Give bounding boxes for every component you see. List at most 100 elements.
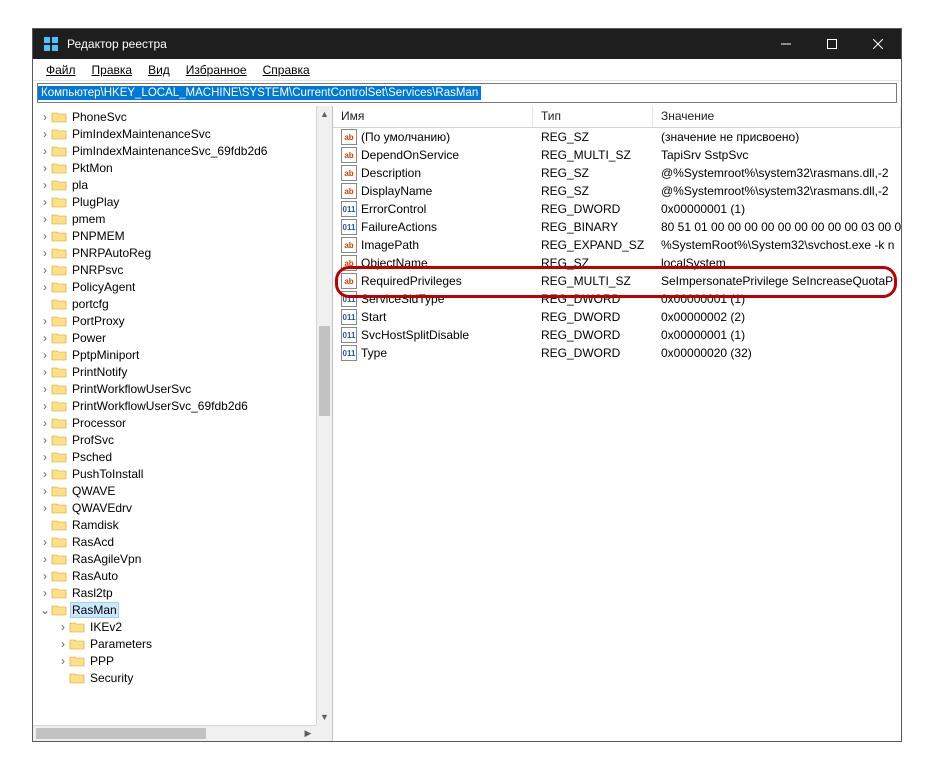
tree-item-pushtoinstall[interactable]: ›PushToInstall [33,465,316,482]
tree-item-qwavedrv[interactable]: ›QWAVEdrv [33,499,316,516]
chevron-right-icon[interactable]: › [39,399,51,413]
chevron-right-icon[interactable]: › [39,348,51,362]
chevron-right-icon[interactable]: › [39,535,51,549]
menu-help[interactable]: Справка [256,62,317,78]
tree-item-portproxy[interactable]: ›PortProxy [33,312,316,329]
value-row[interactable]: abObjectNameREG_SZlocalSystem [333,254,901,272]
tree-item-pimindexmaintenancesvc[interactable]: ›PimIndexMaintenanceSvc [33,125,316,142]
value-row[interactable]: 011ServiceSidTypeREG_DWORD0x00000001 (1) [333,290,901,308]
tree-item-rasl2tp[interactable]: ›Rasl2tp [33,584,316,601]
tree-item-pnrpautoreg[interactable]: ›PNRPAutoReg [33,244,316,261]
scroll-down-icon[interactable]: ▼ [317,709,332,725]
tree-scroll[interactable]: ›PhoneSvc›PimIndexMaintenanceSvc›PimInde… [33,106,316,725]
maximize-button[interactable] [809,29,855,59]
value-row[interactable]: 011StartREG_DWORD0x00000002 (2) [333,308,901,326]
tree-scrollbar-vertical[interactable]: ▲ ▼ [316,106,332,725]
tree-item-pptpminiport[interactable]: ›PptpMiniport [33,346,316,363]
value-row[interactable]: abImagePathREG_EXPAND_SZ%SystemRoot%\Sys… [333,236,901,254]
chevron-right-icon[interactable]: › [39,382,51,396]
chevron-right-icon[interactable]: › [39,569,51,583]
chevron-down-icon[interactable]: ⌄ [39,603,51,617]
chevron-right-icon[interactable]: › [39,161,51,175]
tree-item-printnotify[interactable]: ›PrintNotify [33,363,316,380]
tree-item-processor[interactable]: ›Processor [33,414,316,431]
address-bar[interactable]: Компьютер\HKEY_LOCAL_MACHINE\SYSTEM\Curr… [37,83,897,103]
tree-item-ramdisk[interactable]: Ramdisk [33,516,316,533]
scroll-up-icon[interactable]: ▲ [317,106,332,122]
value-row[interactable]: 011TypeREG_DWORD0x00000020 (32) [333,344,901,362]
titlebar[interactable]: Редактор реестра [33,29,901,59]
chevron-right-icon[interactable]: › [39,484,51,498]
chevron-right-icon[interactable]: › [39,263,51,277]
value-row[interactable]: 011ErrorControlREG_DWORD0x00000001 (1) [333,200,901,218]
tree-item-parameters[interactable]: ›Parameters [33,635,316,652]
menu-edit[interactable]: Правка [85,62,140,78]
chevron-right-icon[interactable]: › [39,314,51,328]
scroll-thumb-h[interactable] [36,728,206,739]
tree-item-rasauto[interactable]: ›RasAuto [33,567,316,584]
tree-item-rasacd[interactable]: ›RasAcd [33,533,316,550]
tree-item-portcfg[interactable]: portcfg [33,295,316,312]
tree-item-printworkflowusersvc[interactable]: ›PrintWorkflowUserSvc [33,380,316,397]
chevron-right-icon[interactable]: › [39,467,51,481]
chevron-right-icon[interactable]: › [39,280,51,294]
tree-item-security[interactable]: Security [33,669,316,686]
tree-item-profsvc[interactable]: ›ProfSvc [33,431,316,448]
tree-item-ikev2[interactable]: ›IKEv2 [33,618,316,635]
value-row[interactable]: ab(По умолчанию)REG_SZ(значение не присв… [333,128,901,146]
tree-item-pnpmem[interactable]: ›PNPMEM [33,227,316,244]
chevron-right-icon[interactable]: › [39,450,51,464]
tree-item-qwave[interactable]: ›QWAVE [33,482,316,499]
value-row[interactable]: 011SvcHostSplitDisableREG_DWORD0x0000000… [333,326,901,344]
chevron-right-icon[interactable]: › [39,365,51,379]
tree-item-ppp[interactable]: ›PPP [33,652,316,669]
column-type[interactable]: Тип [533,106,653,127]
tree-item-pmem[interactable]: ›pmem [33,210,316,227]
tree-scrollbar-horizontal[interactable]: ◀ ▶ [33,725,316,741]
chevron-right-icon[interactable]: › [57,654,69,668]
chevron-right-icon[interactable]: › [39,110,51,124]
chevron-right-icon[interactable]: › [39,144,51,158]
menu-favorites[interactable]: Избранное [179,62,254,78]
chevron-right-icon[interactable]: › [39,552,51,566]
value-row[interactable]: abDependOnServiceREG_MULTI_SZTapiSrv Sst… [333,146,901,164]
tree-item-plugplay[interactable]: ›PlugPlay [33,193,316,210]
tree-item-policyagent[interactable]: ›PolicyAgent [33,278,316,295]
tree-item-rasman[interactable]: ⌄RasMan [33,601,316,618]
chevron-right-icon[interactable]: › [39,416,51,430]
value-row[interactable]: abDisplayNameREG_SZ@%Systemroot%\system3… [333,182,901,200]
chevron-right-icon[interactable]: › [39,246,51,260]
tree-item-printworkflowusersvc_69fdb2d6[interactable]: ›PrintWorkflowUserSvc_69fdb2d6 [33,397,316,414]
column-value[interactable]: Значение [653,106,901,127]
tree-item-rasagilevpn[interactable]: ›RasAgileVpn [33,550,316,567]
chevron-right-icon[interactable]: › [39,195,51,209]
value-row[interactable]: abDescriptionREG_SZ@%Systemroot%\system3… [333,164,901,182]
tree-item-pimindexmaintenancesvc_69fdb2d6[interactable]: ›PimIndexMaintenanceSvc_69fdb2d6 [33,142,316,159]
scroll-thumb[interactable] [319,326,330,416]
tree-item-power[interactable]: ›Power [33,329,316,346]
chevron-right-icon[interactable]: › [57,620,69,634]
chevron-right-icon[interactable]: › [39,501,51,515]
chevron-right-icon[interactable]: › [39,331,51,345]
chevron-right-icon[interactable]: › [39,433,51,447]
scroll-right-icon[interactable]: ▶ [300,726,316,741]
tree-item-pla[interactable]: ›pla [33,176,316,193]
chevron-right-icon[interactable]: › [39,212,51,226]
chevron-right-icon[interactable]: › [57,637,69,651]
values-list[interactable]: ab(По умолчанию)REG_SZ(значение не присв… [333,128,901,741]
chevron-right-icon[interactable]: › [39,127,51,141]
close-button[interactable] [855,29,901,59]
tree-item-pnrpsvc[interactable]: ›PNRPsvc [33,261,316,278]
tree-item-pktmon[interactable]: ›PktMon [33,159,316,176]
tree-item-psched[interactable]: ›Psched [33,448,316,465]
column-name[interactable]: Имя [333,106,533,127]
chevron-right-icon[interactable]: › [39,178,51,192]
chevron-right-icon[interactable]: › [39,586,51,600]
chevron-right-icon[interactable]: › [39,229,51,243]
value-row[interactable]: 011FailureActionsREG_BINARY80 51 01 00 0… [333,218,901,236]
menu-view[interactable]: Вид [141,62,177,78]
minimize-button[interactable] [763,29,809,59]
menu-file[interactable]: Файл [39,62,83,78]
value-row[interactable]: abRequiredPrivilegesREG_MULTI_SZSeImpers… [333,272,901,290]
tree-item-phonesvc[interactable]: ›PhoneSvc [33,108,316,125]
